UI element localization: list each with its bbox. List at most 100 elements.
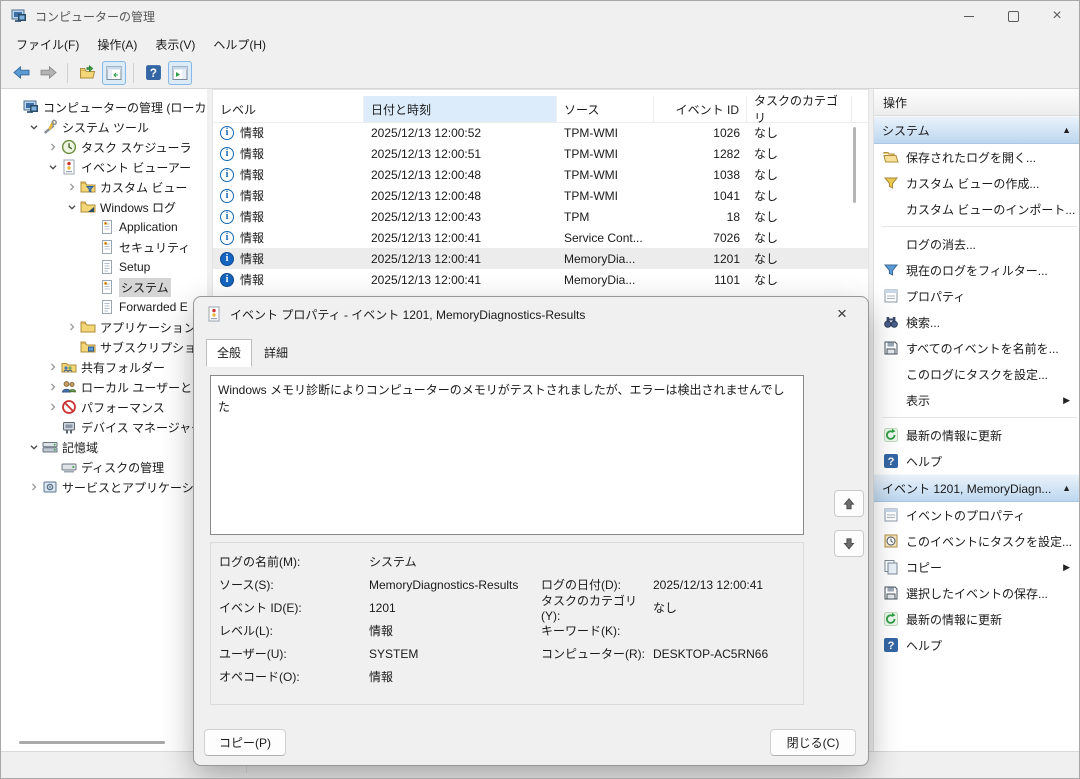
event-field-row: イベント ID(E):1201タスクのカテゴリ(Y):なし [219,596,795,619]
close-button[interactable]: × [1035,1,1079,31]
action-item[interactable]: ?ヘルプ [874,632,1079,658]
next-event-button[interactable] [834,530,864,557]
dialog-close-button[interactable]: × [828,300,856,328]
event-field-row: オペコード(O):情報 [219,665,795,688]
forward-icon [39,65,58,80]
chevron-right-icon[interactable] [44,359,61,375]
previous-event-button[interactable] [834,490,864,517]
column-header[interactable]: ソース [557,96,654,122]
column-header[interactable]: タスクのカテゴリ [747,96,852,122]
chevron-right-icon[interactable] [63,319,80,335]
action-pane-toggle-button[interactable] [168,61,192,85]
menu-item-3[interactable]: ヘルプ(H) [204,33,275,56]
menu-item-0[interactable]: ファイル(F) [7,33,88,56]
event-row[interactable]: i情報2025/12/13 12:00:48TPM-WMI1041なし [213,185,868,206]
action-item[interactable]: このイベントにタスクを設定... [874,528,1079,554]
event-description-box[interactable]: Windows メモリ診断によりコンピューターのメモリがテストされましたが、エラ… [210,375,804,535]
action-item[interactable]: ?ヘルプ [874,448,1079,474]
action-item[interactable]: イベントのプロパティ [874,502,1079,528]
tree-item[interactable]: システム ツール [1,117,207,137]
minimize-button[interactable] [947,1,991,31]
tree-item[interactable]: サブスクリプション [1,337,207,357]
back-button[interactable] [9,61,33,85]
action-item[interactable]: すべてのイベントを名前を... [874,335,1079,361]
column-header[interactable]: レベル [213,96,364,122]
tree-item[interactable]: コンピューターの管理 (ローカル) [1,97,207,117]
action-item[interactable]: 選択したイベントの保存... [874,580,1079,606]
tree-item[interactable]: セキュリティ [1,237,207,257]
chevron-right-icon[interactable] [44,139,61,155]
tree-item[interactable]: システム [1,277,207,297]
collapse-icon[interactable]: ▲ [1062,483,1071,493]
tree-item[interactable]: Application [1,217,207,237]
event-level-label: 情報 [240,124,264,141]
tree-item[interactable]: Forwarded E [1,297,207,317]
tree-item[interactable]: 共有フォルダー [1,357,207,377]
tree-item[interactable]: タスク スケジューラ [1,137,207,157]
maximize-button[interactable] [991,1,1035,31]
event-row[interactable]: i情報2025/12/13 12:00:41MemoryDia...1201なし [213,248,868,269]
tree-horizontal-scrollbar[interactable] [19,741,165,744]
event-row[interactable]: i情報2025/12/13 12:00:41Service Cont...702… [213,227,868,248]
action-item[interactable]: カスタム ビューの作成... [874,170,1079,196]
tree-item[interactable]: 記憶域 [1,437,207,457]
field-value: 情報 [369,668,541,685]
chevron-right-icon[interactable] [63,179,80,195]
tree-item[interactable]: デバイス マネージャー [1,417,207,437]
chevron-down-icon[interactable] [25,119,42,135]
tree-item[interactable]: サービスとアプリケーション [1,477,207,497]
action-item[interactable]: ログの消去... [874,231,1079,257]
action-item[interactable]: 検索... [874,309,1079,335]
event-field-row: ユーザー(U):SYSTEMコンピューター(R):DESKTOP-AC5RN66 [219,642,795,665]
storage-icon [42,439,58,455]
action-item[interactable]: 最新の情報に更新 [874,422,1079,448]
open-folder-button[interactable] [75,61,99,85]
event-row[interactable]: i情報2025/12/13 12:00:51TPM-WMI1282なし [213,143,868,164]
chevron-right-icon[interactable] [44,379,61,395]
tree-item[interactable]: パフォーマンス [1,397,207,417]
action-item[interactable]: 保存されたログを開く... [874,144,1079,170]
tree-item[interactable]: ローカル ユーザーとグル [1,377,207,397]
event-row[interactable]: i情報2025/12/13 12:00:41MemoryDia...1101なし [213,269,868,290]
dialog-close-action-button[interactable]: 閉じる(C) [770,729,856,756]
tree-item[interactable]: ディスクの管理 [1,457,207,477]
event-row[interactable]: i情報2025/12/13 12:00:43TPM18なし [213,206,868,227]
action-item[interactable]: このログにタスクを設定... [874,361,1079,387]
event-row[interactable]: i情報2025/12/13 12:00:48TPM-WMI1038なし [213,164,868,185]
tree-item[interactable]: カスタム ビュー [1,177,207,197]
action-item[interactable]: プロパティ [874,283,1079,309]
tree-item[interactable]: Windows ログ [1,197,207,217]
column-header[interactable]: イベント ID [654,96,747,122]
actions-section-header[interactable]: システム▲ [874,116,1079,144]
chevron-right-icon[interactable] [25,479,42,495]
tree-item-label: パフォーマンス [81,399,165,416]
chevron-right-icon[interactable] [44,399,61,415]
action-item[interactable]: 最新の情報に更新 [874,606,1079,632]
help-icon: ? [883,637,899,653]
console-tree-toggle-button[interactable] [102,61,126,85]
event-row[interactable]: i情報2025/12/13 12:00:52TPM-WMI1026なし [213,122,868,143]
tree-item[interactable]: アプリケーションとサ [1,317,207,337]
copy-button[interactable]: コピー(P) [204,729,286,756]
actions-section-header[interactable]: イベント 1201, MemoryDiagn...▲ [874,474,1079,502]
chevron-down-icon[interactable] [44,159,61,175]
menu-item-1[interactable]: 操作(A) [88,33,146,56]
tab-details[interactable]: 詳細 [254,340,298,366]
column-header[interactable]: 日付と時刻 [364,96,557,122]
event-level-cell: i情報 [213,187,364,204]
forward-button[interactable] [36,61,60,85]
tree-item[interactable]: イベント ビューアー [1,157,207,177]
tab-general[interactable]: 全般 [206,339,252,367]
tree-item[interactable]: Setup [1,257,207,277]
event-list-vertical-scrollbar[interactable] [853,127,856,203]
event-event_id-cell: 18 [654,210,747,224]
action-item[interactable]: 表示▶ [874,387,1079,413]
action-item[interactable]: 現在のログをフィルター... [874,257,1079,283]
collapse-icon[interactable]: ▲ [1062,125,1071,135]
action-item[interactable]: コピー▶ [874,554,1079,580]
chevron-down-icon[interactable] [63,199,80,215]
help-button[interactable]: ? [141,61,165,85]
menu-item-2[interactable]: 表示(V) [146,33,204,56]
action-item[interactable]: カスタム ビューのインポート... [874,196,1079,222]
chevron-down-icon[interactable] [25,439,42,455]
